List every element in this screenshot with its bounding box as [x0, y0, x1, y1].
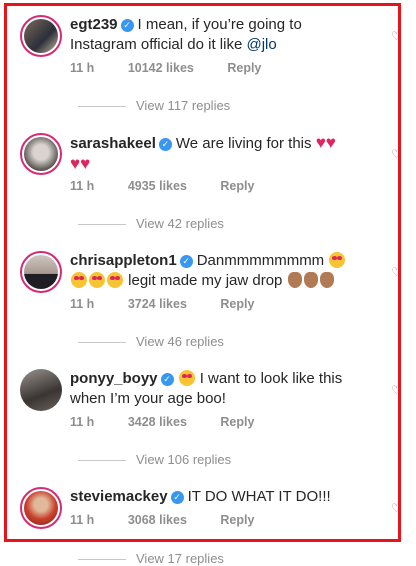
comment-username[interactable]: chrisappleton1: [70, 252, 177, 269]
comment-likes[interactable]: 3428 likes: [128, 415, 187, 429]
heart-outline-icon[interactable]: ♡: [391, 501, 402, 515]
red-heart-emoji: ♥♥: [315, 133, 336, 152]
view-replies-button[interactable]: View 117 replies: [78, 98, 230, 113]
comment-meta: 11 h 10142 likes Reply: [70, 61, 291, 75]
comment-time: 11 h: [70, 415, 95, 429]
avatar[interactable]: [20, 251, 62, 293]
clap-emoji: [303, 272, 318, 288]
avatar[interactable]: [20, 133, 62, 175]
comment-meta: 11 h 3428 likes Reply: [70, 415, 284, 429]
comment-username[interactable]: steviemackey: [70, 488, 168, 505]
view-replies-button[interactable]: View 106 replies: [78, 452, 231, 467]
comment-body: IT DO WHAT IT DO!!!: [187, 488, 331, 505]
avatar[interactable]: [20, 487, 62, 529]
comment-time: 11 h: [70, 297, 95, 311]
verified-badge-icon: ✓: [170, 491, 184, 504]
avatar[interactable]: [20, 369, 62, 411]
view-replies-button[interactable]: View 17 replies: [78, 551, 224, 566]
mention-link[interactable]: @jlo: [246, 36, 276, 53]
verified-badge-icon: ✓: [160, 373, 174, 386]
comment-likes[interactable]: 3724 likes: [128, 297, 187, 311]
avatar[interactable]: [20, 15, 62, 57]
comment-text: sarashakeel ✓ We are living for this ♥♥ ♥♥: [70, 133, 370, 175]
heart-outline-icon[interactable]: ♡: [391, 265, 402, 279]
reply-button[interactable]: Reply: [220, 179, 254, 193]
comment-meta: 11 h 3724 likes Reply: [70, 297, 284, 311]
clap-emoji: [319, 272, 334, 288]
verified-badge-icon: ✓: [120, 19, 134, 32]
heart-eyes-emoji: [107, 272, 123, 288]
heart-eyes-emoji: [178, 370, 195, 386]
comment-body: We are living for this: [175, 135, 316, 152]
clap-emoji: [287, 272, 302, 288]
comment-body-continued: legit made my jaw drop: [124, 272, 287, 289]
comment-meta: 11 h 3068 likes Reply: [70, 513, 284, 527]
comment-text: ponyy_boyy ✓ I want to look like this whe…: [70, 369, 370, 409]
reply-button[interactable]: Reply: [220, 513, 254, 527]
heart-eyes-emoji: [71, 272, 87, 288]
red-heart-emoji: ♥♥: [70, 154, 91, 173]
verified-badge-icon: ✓: [158, 138, 172, 151]
comment-username[interactable]: egt239: [70, 16, 118, 33]
view-replies-button[interactable]: View 46 replies: [78, 334, 224, 349]
reply-button[interactable]: Reply: [220, 415, 254, 429]
comment-username[interactable]: ponyy_boyy: [70, 370, 158, 387]
comment-body: Danmmmmmmmm: [196, 252, 329, 269]
comment-username[interactable]: sarashakeel: [70, 135, 156, 152]
heart-outline-icon[interactable]: ♡: [391, 383, 402, 397]
verified-badge-icon: ✓: [179, 255, 193, 268]
heart-outline-icon[interactable]: ♡: [391, 147, 402, 161]
heart-eyes-emoji: [329, 252, 346, 268]
comment-likes[interactable]: 3068 likes: [128, 513, 187, 527]
comment-text: chrisappleton1 ✓ Danmmmmmmmm legit made my…: [70, 251, 370, 291]
reply-button[interactable]: Reply: [227, 61, 261, 75]
heart-outline-icon[interactable]: ♡: [391, 29, 402, 43]
comment-meta: 11 h 4935 likes Reply: [70, 179, 284, 193]
comment-likes[interactable]: 4935 likes: [128, 179, 187, 193]
comment-text: egt239 ✓ I mean, if you’re going to Instag…: [70, 15, 370, 55]
view-replies-button[interactable]: View 42 replies: [78, 216, 224, 231]
reply-button[interactable]: Reply: [220, 297, 254, 311]
comment-time: 11 h: [70, 179, 95, 193]
comment-time: 11 h: [70, 61, 95, 75]
comment-time: 11 h: [70, 513, 95, 527]
heart-eyes-emoji: [89, 272, 105, 288]
comment-text: steviemackey ✓ IT DO WHAT IT DO!!!: [70, 487, 370, 507]
comment-likes[interactable]: 10142 likes: [128, 61, 194, 75]
